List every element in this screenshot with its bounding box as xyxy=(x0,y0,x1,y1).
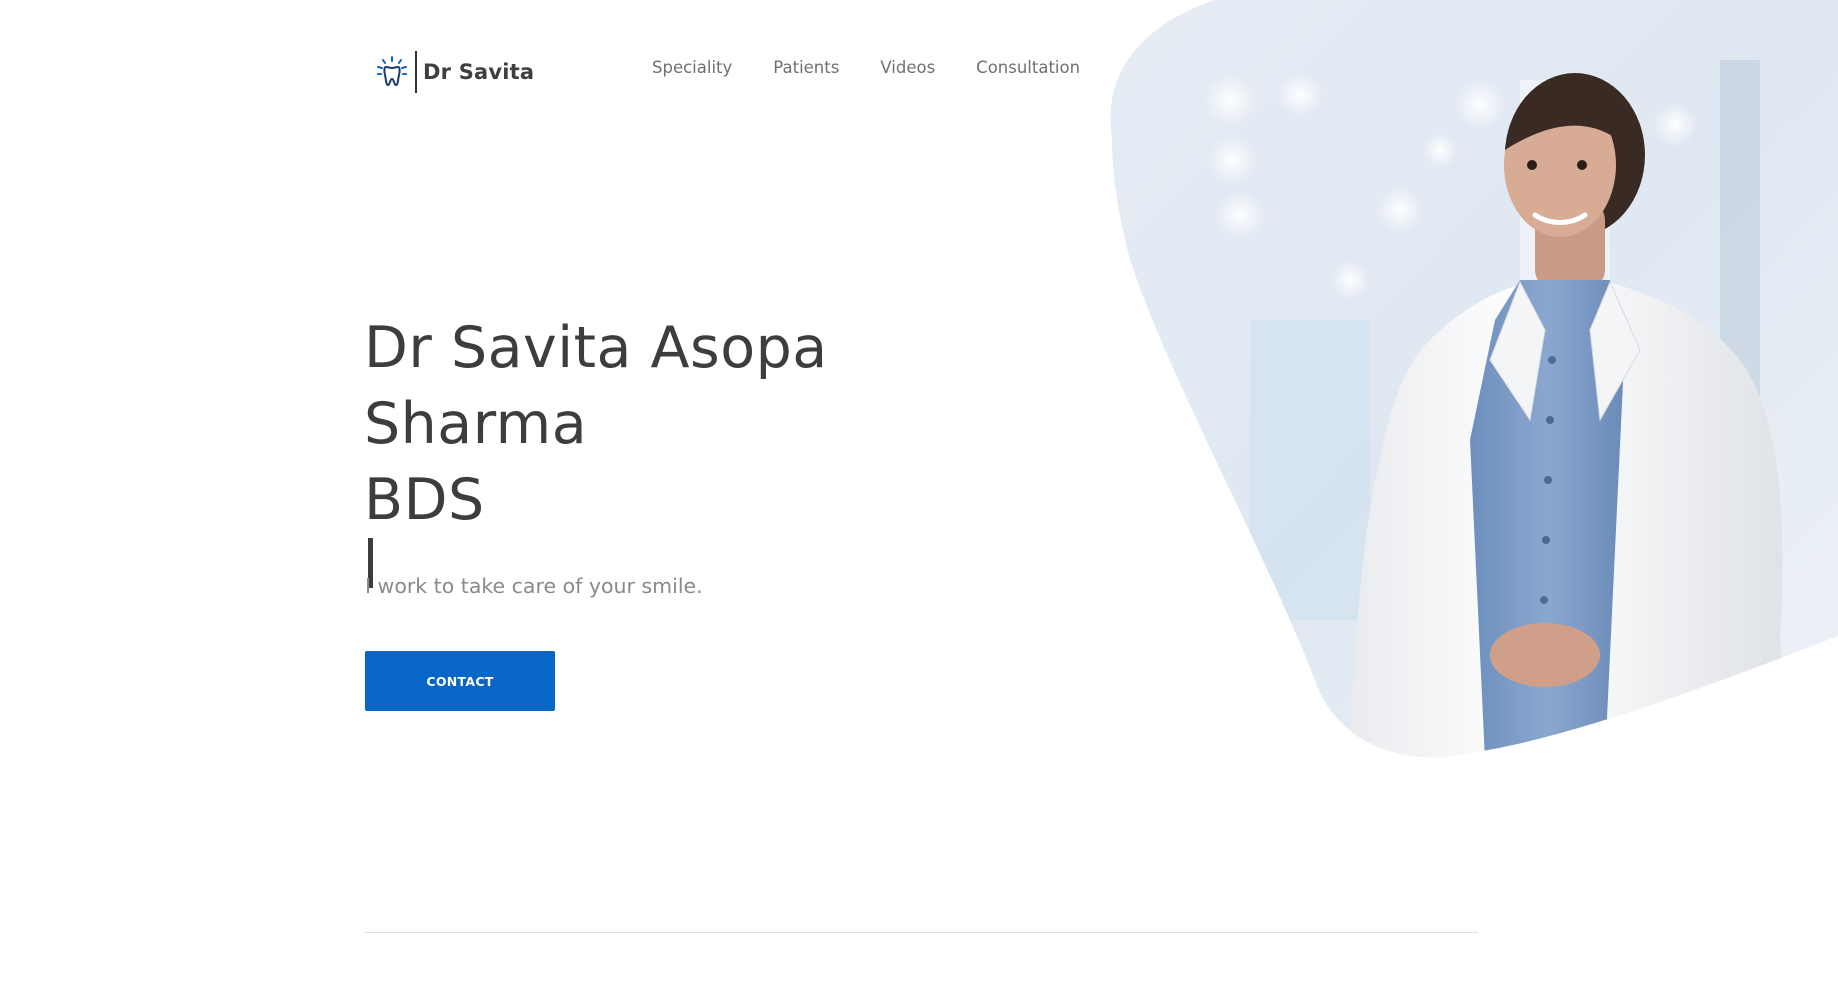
nav-videos[interactable]: Videos xyxy=(880,58,935,77)
hero-title-line-3: BDS xyxy=(364,462,828,588)
contact-button[interactable]: CONTACT xyxy=(365,651,555,711)
hero-subtitle: I work to take care of your smile. xyxy=(365,574,703,598)
brand-logo[interactable]: Dr Savita xyxy=(375,50,534,94)
tooth-icon xyxy=(377,56,407,87)
section-divider xyxy=(364,932,1478,933)
doctor-portrait-image xyxy=(1110,0,1838,758)
brand-name: Dr Savita xyxy=(423,60,535,84)
nav-consultation[interactable]: Consultation xyxy=(976,58,1080,77)
nav-speciality[interactable]: Speciality xyxy=(652,58,732,77)
hero-title-degree: BDS xyxy=(364,467,485,533)
hero-title: Dr Savita Asopa Sharma BDS xyxy=(364,310,828,588)
hero-title-line-2: Sharma xyxy=(364,391,588,457)
nav-patients[interactable]: Patients xyxy=(773,58,839,77)
logo-divider xyxy=(415,51,417,93)
main-nav: Speciality Patients Videos Consultation xyxy=(652,58,1080,77)
hero-title-line-1: Dr Savita Asopa xyxy=(364,315,828,381)
